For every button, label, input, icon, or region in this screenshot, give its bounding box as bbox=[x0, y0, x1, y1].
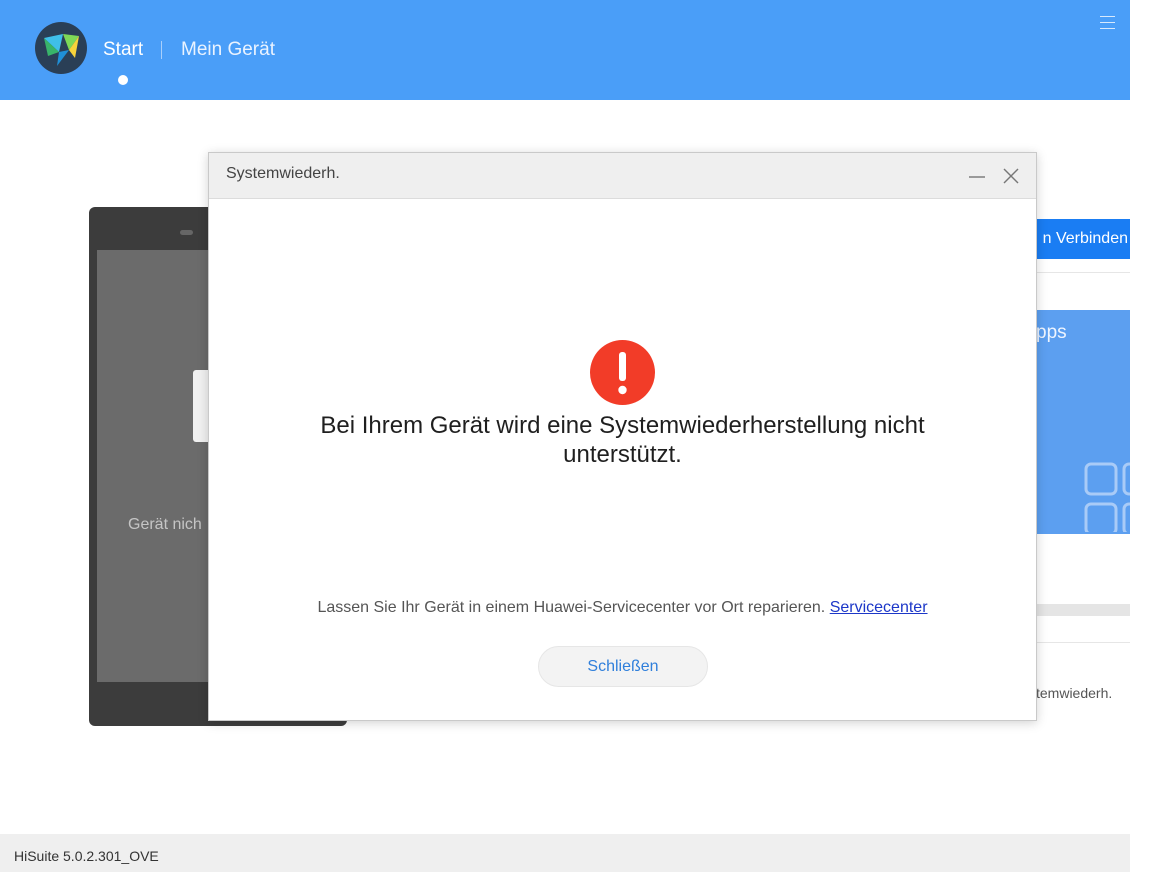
phone-speaker bbox=[180, 230, 193, 235]
system-restore-label[interactable]: temwiederh. bbox=[1036, 685, 1132, 701]
apps-grid-icon bbox=[1084, 462, 1130, 532]
menu-icon[interactable] bbox=[1100, 16, 1115, 29]
apps-card[interactable]: pps bbox=[1036, 310, 1130, 534]
dialog-titlebar: Systemwiederh. bbox=[209, 153, 1036, 199]
device-status-text: Gerät nich bbox=[128, 516, 202, 533]
minimize-icon[interactable] bbox=[967, 166, 987, 186]
header-bar: Start Mein Gerät bbox=[0, 0, 1130, 100]
nav-start-tab[interactable]: Start bbox=[103, 39, 143, 61]
alert-icon bbox=[590, 340, 655, 405]
service-hint-text: Lassen Sie Ihr Gerät in einem Huawei-Ser… bbox=[317, 599, 826, 616]
nav-separator bbox=[161, 41, 162, 59]
status-bar: HiSuite 5.0.2.301_OVE bbox=[0, 834, 1130, 872]
servicecenter-link[interactable]: Servicecenter bbox=[830, 599, 928, 616]
close-button[interactable]: Schließen bbox=[538, 646, 708, 687]
dialog-title: Systemwiederh. bbox=[226, 165, 340, 182]
alert-message: Bei Ihrem Gerät wird eine Systemwiederhe… bbox=[320, 412, 925, 468]
progress-track bbox=[1036, 604, 1130, 616]
system-restore-dialog: Systemwiederh. Bei Ihrem Gerät wird eine… bbox=[208, 152, 1037, 721]
divider bbox=[1036, 642, 1130, 643]
close-icon[interactable] bbox=[1001, 166, 1021, 186]
version-label: HiSuite 5.0.2.301_OVE bbox=[14, 848, 159, 864]
divider bbox=[1036, 272, 1130, 273]
service-hint: Lassen Sie Ihr Gerät in einem Huawei-Ser… bbox=[209, 599, 1036, 617]
active-tab-indicator bbox=[118, 75, 128, 85]
apps-card-label: pps bbox=[1036, 322, 1067, 343]
hisuite-window: Start Mein Gerät n Verbinden pps temwied… bbox=[0, 0, 1152, 872]
nav-my-device-tab[interactable]: Mein Gerät bbox=[181, 39, 275, 61]
hisuite-logo-icon bbox=[35, 22, 87, 74]
